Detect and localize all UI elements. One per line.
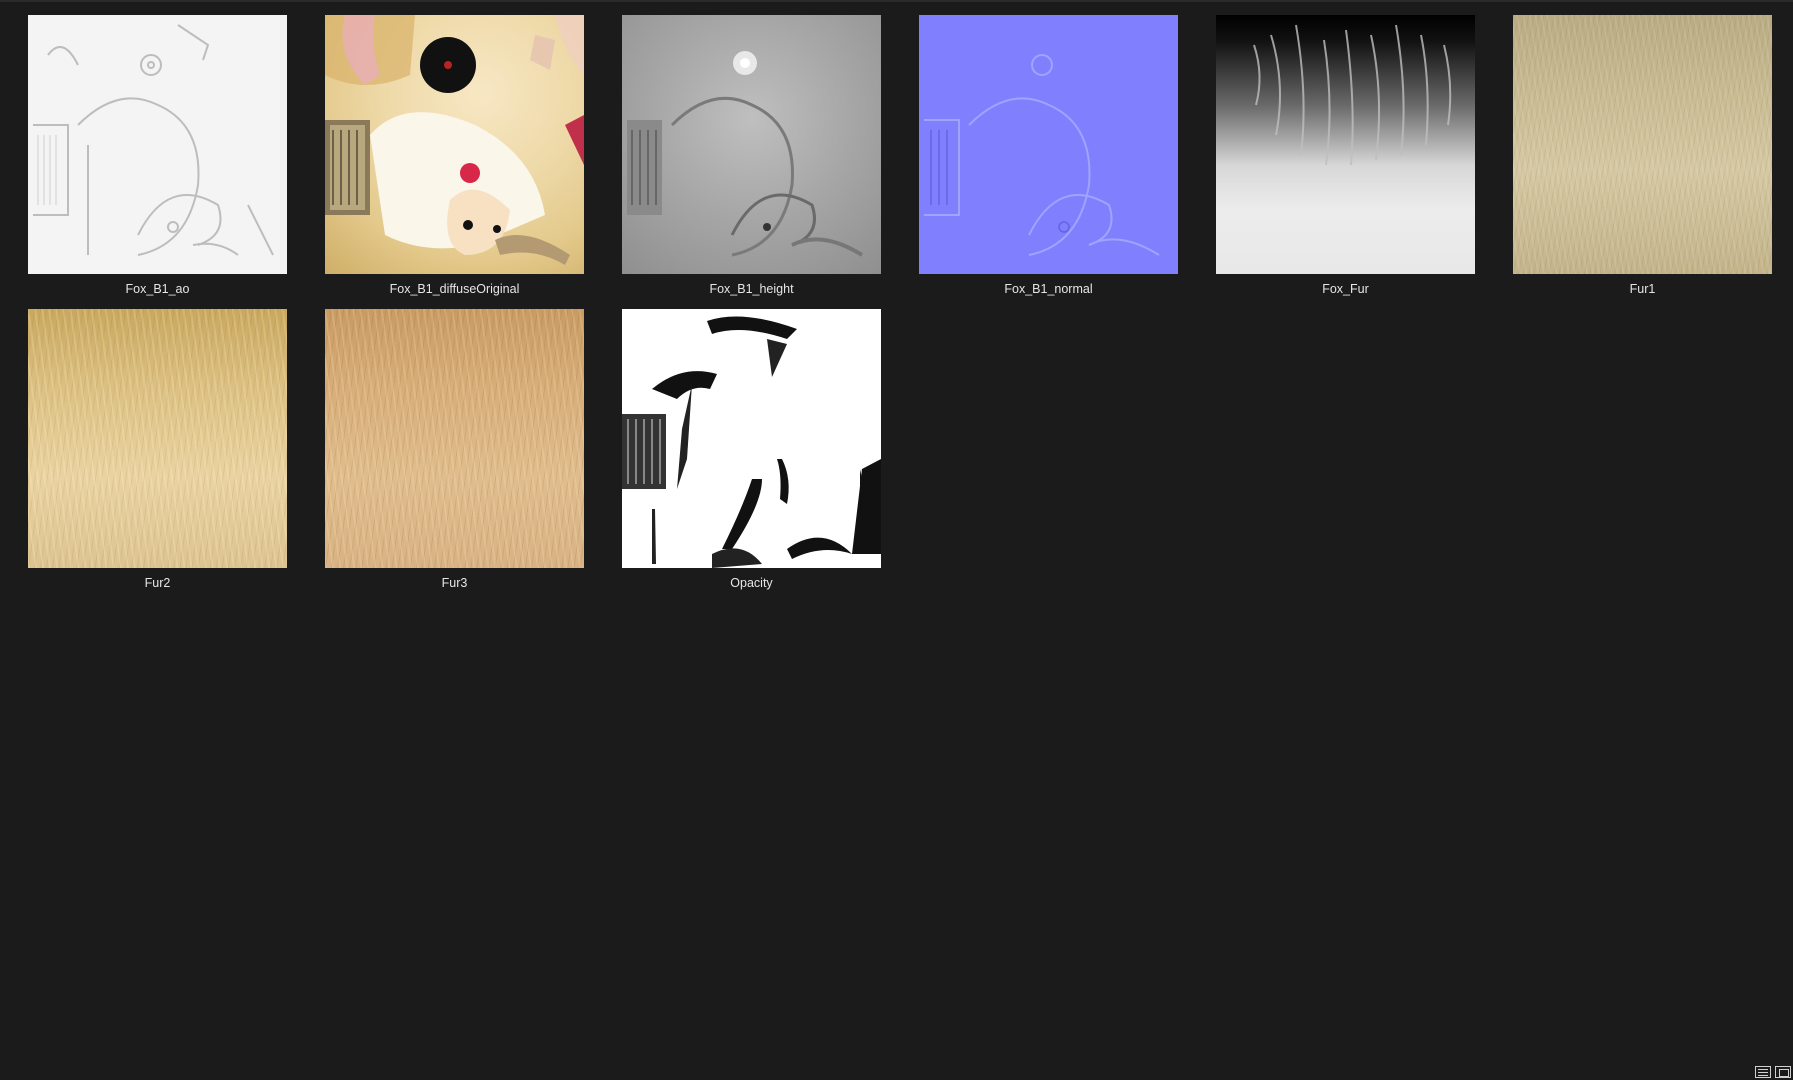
asset-tile[interactable]: Fox_B1_diffuseOriginal: [325, 15, 584, 309]
asset-tile[interactable]: Fox_Fur: [1216, 15, 1475, 309]
normal-map-thumbnail: [919, 15, 1178, 274]
asset-tile[interactable]: Fox_B1_ao: [28, 15, 287, 309]
opacity-map-thumbnail: [622, 309, 881, 568]
fur1-texture-thumbnail: [1513, 15, 1772, 274]
fur3-texture-thumbnail: [325, 309, 584, 568]
asset-name: Fur3: [441, 576, 468, 590]
height-map-thumbnail: [622, 15, 881, 274]
asset-name: Fox_B1_normal: [1004, 282, 1093, 296]
asset-name: Fur2: [144, 576, 171, 590]
asset-name: Fox_Fur: [1322, 282, 1369, 296]
top-divider: [0, 0, 1793, 2]
asset-grid: Fox_B1_ao Fox_B1_diffuseOriginal Fox_B1_…: [28, 15, 1772, 603]
asset-name: Fur1: [1629, 282, 1656, 296]
ao-map-thumbnail: [28, 15, 287, 274]
asset-tile[interactable]: Fox_B1_height: [622, 15, 881, 309]
asset-tile[interactable]: Fur1: [1513, 15, 1772, 309]
thumbnail-view-icon[interactable]: [1775, 1066, 1791, 1078]
asset-tile[interactable]: Fox_B1_normal: [919, 15, 1178, 309]
fur-mask-thumbnail: [1216, 15, 1475, 274]
asset-tile[interactable]: Fur2: [28, 309, 287, 603]
list-view-icon[interactable]: [1755, 1066, 1771, 1078]
asset-name: Fox_B1_diffuseOriginal: [389, 282, 520, 296]
asset-name: Opacity: [730, 576, 773, 590]
fur2-texture-thumbnail: [28, 309, 287, 568]
view-mode-toggle: [1755, 1066, 1791, 1078]
asset-tile[interactable]: Opacity: [622, 309, 881, 603]
asset-name: Fox_B1_height: [709, 282, 794, 296]
diffuse-map-thumbnail: [325, 15, 584, 274]
asset-tile[interactable]: Fur3: [325, 309, 584, 603]
asset-name: Fox_B1_ao: [125, 282, 190, 296]
